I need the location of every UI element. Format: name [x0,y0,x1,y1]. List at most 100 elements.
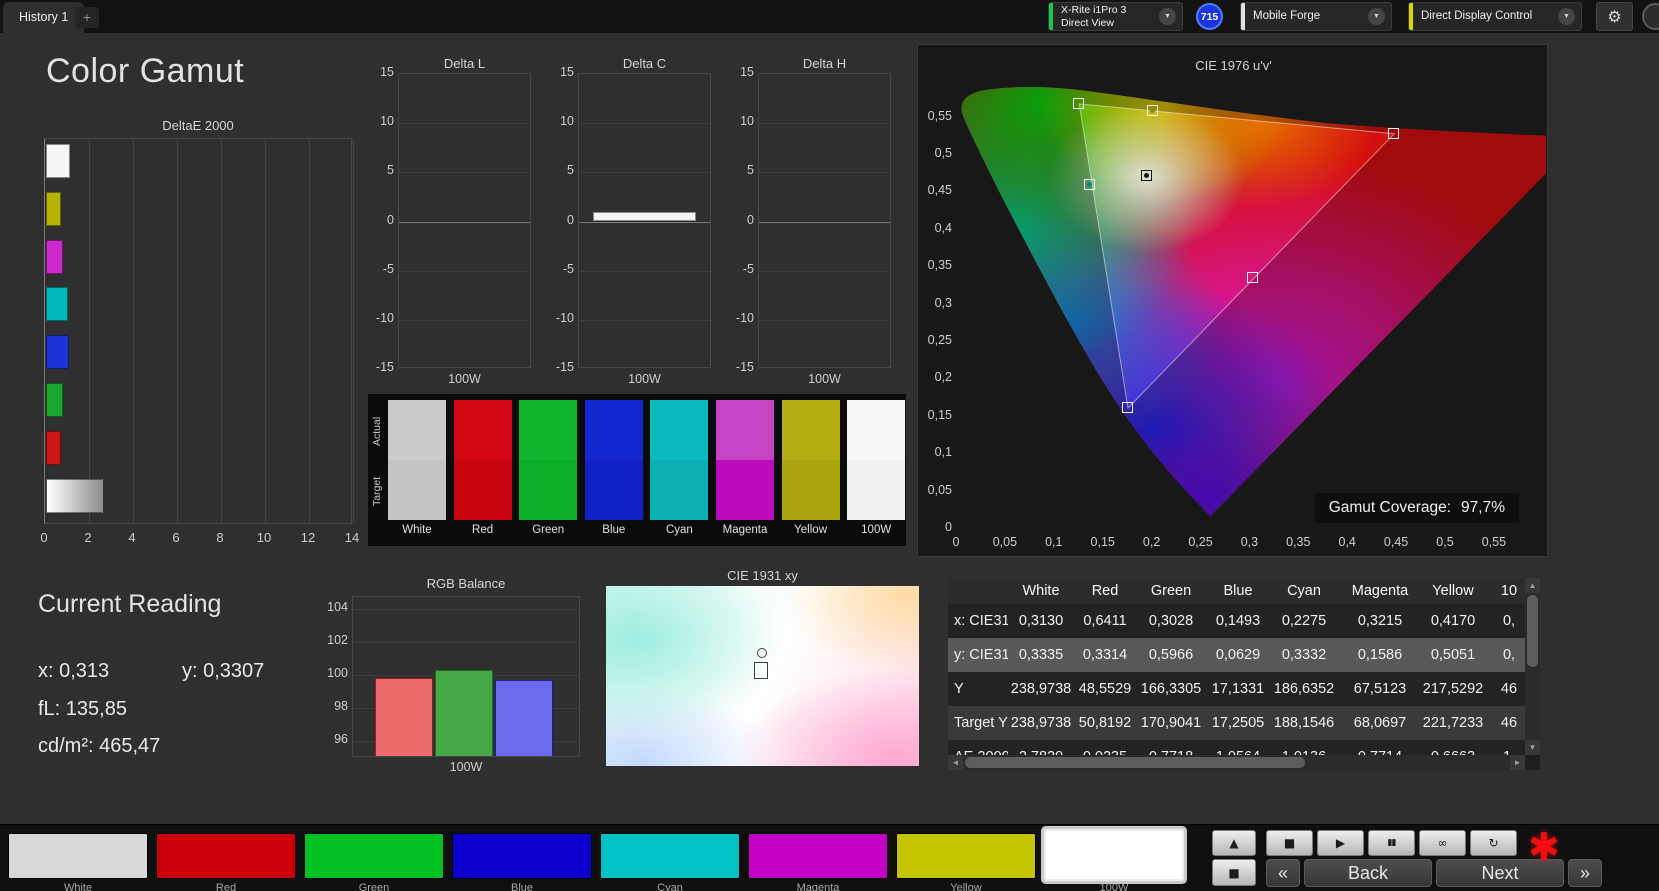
h-scroll-thumb[interactable] [965,757,1305,768]
y-tick-label: 0,4 [934,220,952,235]
x-tick-label: 0,45 [1383,535,1409,549]
value-cell: 2,7829 [1008,740,1074,755]
pattern-swatch-white[interactable] [8,833,148,879]
delta-c-title: Delta C [622,56,667,71]
y-tick-label: 96 [334,732,348,746]
power-button[interactable] [1642,3,1659,30]
continuous-button[interactable]: ∞ [1419,830,1466,856]
display-control-dropdown[interactable]: Direct Display Control ▼ [1408,2,1582,31]
target-swatch-red [453,460,512,520]
pattern-swatch-label: Magenta [796,882,840,891]
settings-button[interactable]: ⚙ [1596,2,1633,31]
tab-history-1[interactable]: History 1 [3,2,85,33]
back-button[interactable]: Back [1304,859,1432,887]
y-tick-label: 10 [560,114,574,129]
value-cell: 0,5966 [1148,647,1194,663]
x-tick-label: 0,35 [1286,535,1311,549]
y-tick-label: 0,5 [934,146,952,160]
cie-1931-title: CIE 1931 xy [727,568,798,583]
actual-row-label: Actual [371,416,383,446]
pattern-swatch-100w[interactable] [1044,829,1184,881]
actual-swatch-cyan [650,400,709,460]
pattern-swatch-cyan[interactable] [600,833,740,879]
gridline [579,270,710,272]
value-cell: 48,5529 [1078,681,1132,697]
x-tick-label: 4 [128,530,136,545]
pause-button[interactable]: ▮▮ [1368,830,1415,856]
pattern-swatch-green[interactable] [304,833,444,879]
table-horizontal-scrollbar[interactable]: ◄ ► [948,755,1525,770]
stop-button[interactable]: ■ [1266,830,1313,856]
value-cell: 0,5051 [1430,647,1476,663]
pattern-bar: White Red Green Blue Cyan Magenta Yellow 100W ▲… [0,824,1659,891]
pattern-window-button[interactable]: ■ [1212,859,1256,886]
table-row[interactable]: ΔE 20002,78290,02350,77181,05641,01360,7… [948,740,1525,755]
gridline [265,139,266,523]
y-tick-label: 0,1 [934,445,952,460]
reset-button[interactable]: ↻ [1470,830,1517,856]
table-header-cell: Blue [1223,583,1253,599]
gridline [133,139,134,523]
swatch-column-label: Blue [602,524,626,536]
cie-1931-panel [606,586,919,766]
delta-l-title: Delta L [443,56,486,71]
row-label-cell: Target Y [954,715,1008,731]
pattern-source-dropdown[interactable]: Mobile Forge ▼ [1240,2,1392,31]
row-label-cell: ΔE 2000 [948,740,1008,755]
rgb-bar-blue [495,679,553,756]
pattern-swatch-blue[interactable] [452,833,592,879]
table-row[interactable]: y: CIE31 0,3335 0,3314 0,5966 0,0629 0,3332 0,… [948,638,1525,672]
row-label-cell: x: CIE31 [954,613,1008,629]
table-row[interactable]: Y 238,9738 48,5529 166,3305 17,1331 186,6352 6… [948,672,1525,706]
marker-dot [1144,172,1149,178]
table-header-cell: Green [1150,583,1192,599]
pattern-swatch-red[interactable] [156,833,296,879]
y-tick-label: 0,45 [927,183,952,198]
scroll-right-icon[interactable]: ► [1510,755,1525,770]
value-cell: 0,0235 [1074,740,1136,755]
cie-1976-plot-area [956,79,1582,528]
pattern-swatch-yellow[interactable] [896,833,1036,879]
rgb-balance-chart: RGB Balance 100W 104 102 100 98 96 [316,570,586,778]
display-control-label: Direct Display Control [1421,9,1533,22]
deltae-plot-area [44,138,354,524]
pattern-swatch-label: Red [215,882,237,891]
next-chevron-button[interactable]: » [1568,859,1602,887]
meter-id-badge[interactable]: 715 [1196,3,1223,30]
table-row[interactable]: x: CIE31 0,3130 0,6411 0,3028 0,1493 0,2275 0,… [948,604,1525,638]
marker-red-primary [1388,127,1400,139]
actual-swatch-white [388,400,446,460]
y-tick-label: -15 [555,360,574,374]
table-vertical-scrollbar[interactable]: ▲ ▼ [1525,578,1540,755]
scroll-down-icon[interactable]: ▼ [1525,740,1540,755]
deltae-bar-100w [46,478,104,513]
target-swatch-yellow [781,460,840,520]
value-cell: 0,1493 [1215,613,1261,629]
pattern-swatch-magenta[interactable] [748,833,888,879]
back-chevron-button[interactable]: « [1266,859,1300,887]
v-scroll-thumb[interactable] [1527,595,1538,667]
value-cell: 0,3028 [1148,613,1194,629]
play-button[interactable]: ▶ [1317,830,1364,856]
table-row[interactable]: Target Y 238,9738 50,8192 170,9041 17,2505 18… [948,706,1525,740]
scroll-up-icon[interactable]: ▲ [1525,578,1540,593]
swatch-column-label: Red [472,524,494,536]
value-cell: 46 [1500,681,1518,697]
value-cell: 1,0136 [1270,740,1338,755]
delta-l-plot-area [398,73,531,368]
scroll-left-icon[interactable]: ◄ [948,755,963,770]
meter-dropdown[interactable]: X-Rite i1Pro 3 Direct View ▼ [1048,2,1183,31]
x-tick-label: 0,5 [1436,535,1454,549]
pattern-up-button[interactable]: ▲ [1212,830,1256,856]
delta-c-chart: Delta C 100W 15 10 5 0 -5 -10 -15 [548,56,713,388]
y-tick-label: -10 [555,310,574,325]
delta-c-bar [593,211,696,222]
delta-h-plot-area [758,73,891,368]
pattern-swatch-label: Green [358,882,390,891]
value-cell: 68,0697 [1353,715,1407,731]
add-tab-button[interactable]: + [75,7,99,28]
play-icon: ▶ [1335,836,1346,850]
pattern-swatch-label: Cyan [657,882,683,891]
value-cell: 221,7233 [1422,715,1484,731]
value-cell: 0,6663 [1422,740,1484,755]
